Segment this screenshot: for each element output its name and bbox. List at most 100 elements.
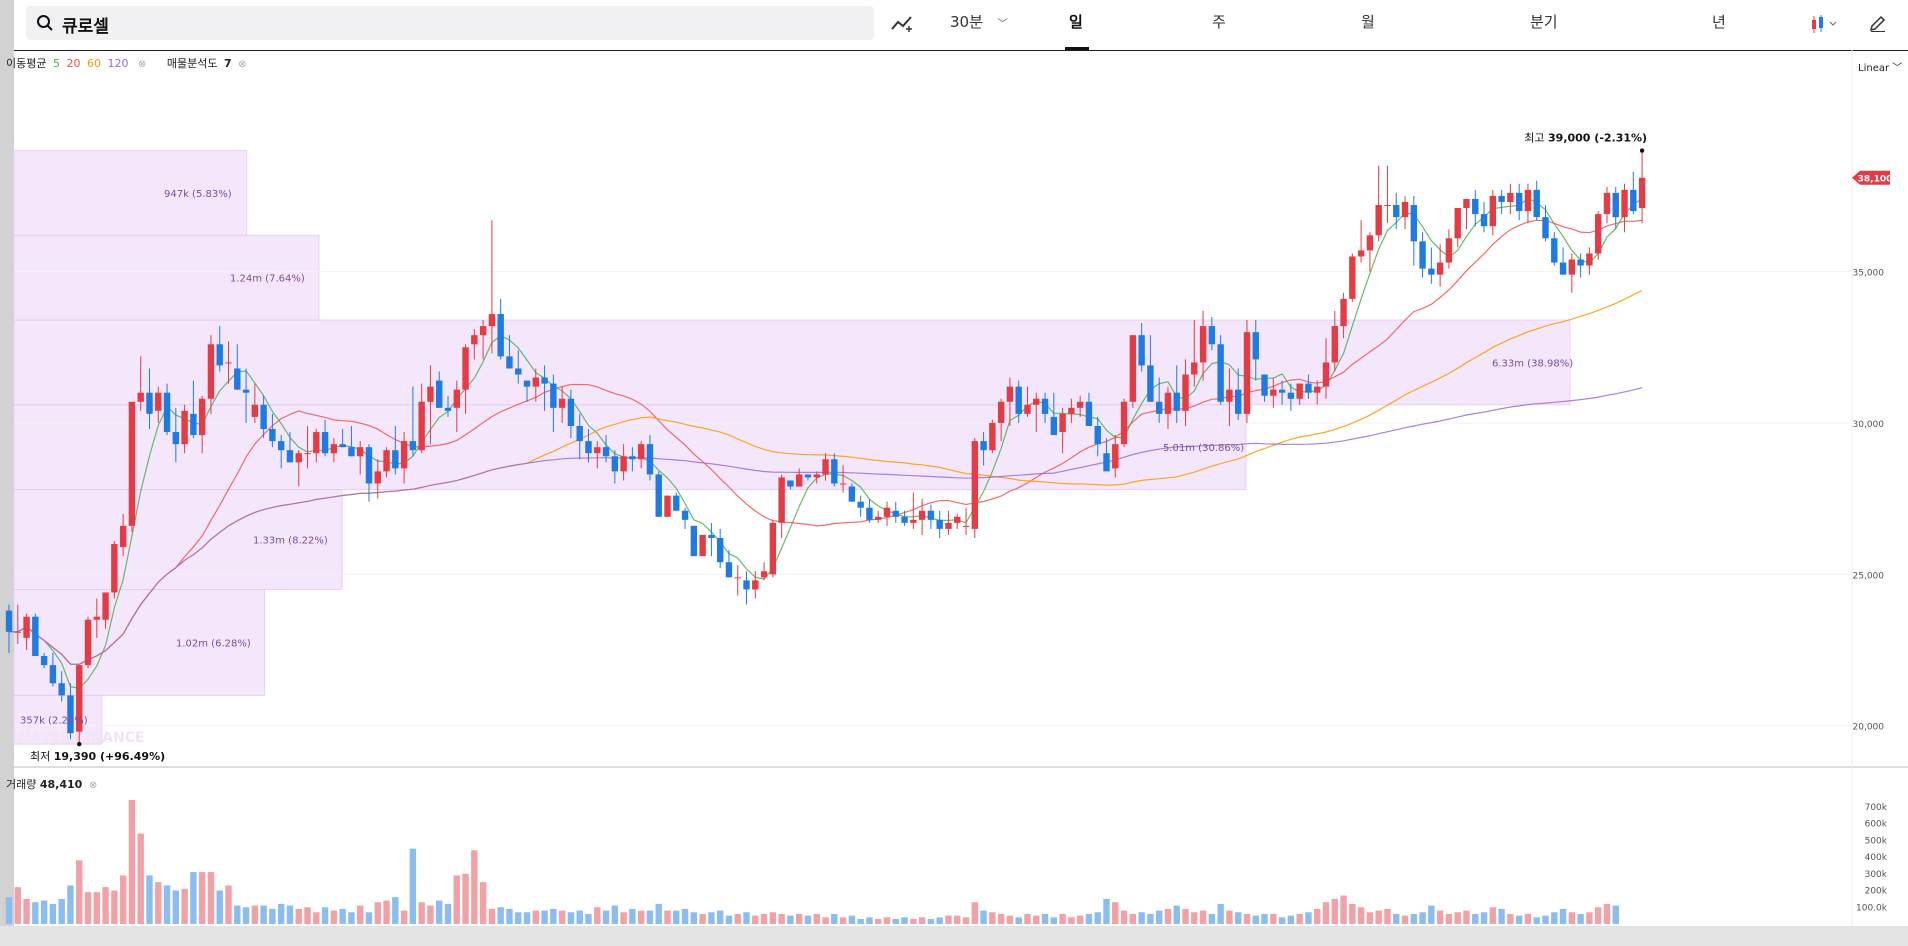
volume-tick-label: 200k [1865, 887, 1888, 897]
candle-body [1103, 453, 1110, 472]
volume-bar [111, 890, 118, 924]
volume-bar [1226, 910, 1233, 924]
volume-bar [629, 908, 636, 924]
candle-body [163, 392, 171, 433]
volume-profile-label: 1.33m (8.22%) [253, 535, 328, 546]
candle-body [1577, 259, 1584, 266]
volume-bar [637, 910, 645, 924]
volume-bar [488, 908, 496, 924]
candle-body [269, 429, 276, 442]
volume-bar [1191, 912, 1198, 924]
volume-bar [321, 907, 329, 924]
chart-toolbar: 큐로셀 30분 ﹀ 일 주 월 분기 년 [14, 0, 1908, 51]
candle-body [664, 495, 671, 517]
volume-bar [743, 912, 750, 924]
candle-body [541, 377, 548, 384]
volume-bar [1551, 912, 1558, 924]
candle-body [1594, 214, 1602, 254]
candle-body [962, 525, 970, 527]
volume-bar [558, 910, 566, 924]
stock-search-input[interactable]: 큐로셀 [26, 6, 874, 40]
remove-volume-icon[interactable]: ⊗ [89, 780, 97, 791]
volume-bar [155, 882, 162, 924]
volume-bar [611, 905, 619, 924]
candle-body [1472, 198, 1479, 215]
candle-body [32, 616, 39, 657]
chart-type-icon[interactable] [1810, 14, 1840, 34]
candle-body [1507, 192, 1514, 202]
candle-body [997, 401, 1005, 423]
tab-month[interactable]: 월 [1361, 11, 1375, 32]
candle-body [234, 368, 241, 390]
candle-body [1331, 326, 1338, 363]
volume-bar [1208, 913, 1216, 924]
candle-body [1384, 205, 1391, 207]
candle-body [1173, 392, 1180, 411]
volume-bar [664, 910, 671, 924]
volume-bar [576, 910, 583, 924]
volume-bar [1041, 913, 1049, 924]
volume-bar [1507, 913, 1514, 924]
candle-body [716, 537, 724, 563]
candle-body [260, 404, 267, 430]
volume-bar [954, 915, 961, 924]
candle-body [1305, 383, 1312, 393]
candle-body [602, 447, 610, 457]
candle-body [357, 447, 364, 457]
volume-bar [1120, 910, 1128, 924]
volume-bar [690, 912, 698, 924]
candle-body [989, 422, 996, 451]
volume-bar [1024, 913, 1031, 924]
drawing-tool-icon[interactable] [890, 14, 914, 32]
volume-bar [1331, 898, 1338, 924]
candle-body [655, 474, 662, 517]
candle-body [1322, 362, 1330, 387]
candle-body [295, 453, 302, 463]
scale-mode-selector[interactable]: Linear ﹀ [1858, 62, 1902, 74]
candle-body [23, 616, 30, 638]
volume-bar [67, 885, 74, 924]
candle-body [1419, 241, 1426, 269]
tab-year[interactable]: 년 [1712, 11, 1726, 32]
volume-value: 48,410 [39, 778, 83, 791]
volume-bar [980, 910, 987, 924]
candle-body [558, 398, 566, 408]
candle-body [497, 313, 504, 357]
candle-body [690, 525, 698, 557]
candle-body [1164, 392, 1172, 414]
candle-body [585, 441, 592, 454]
candle-body [321, 432, 329, 454]
candle-body [409, 441, 417, 451]
candle-body [787, 480, 794, 487]
volume-bar [699, 913, 706, 924]
candle-body [190, 413, 197, 436]
candle-body [611, 456, 619, 472]
volume-bar [1155, 910, 1163, 924]
volume-bar [1436, 910, 1444, 924]
volume-bar [1287, 915, 1295, 924]
tab-week[interactable]: 주 [1212, 11, 1226, 32]
volume-bar [910, 918, 917, 924]
candle-body [901, 516, 908, 523]
candle-body [936, 519, 943, 529]
candle-body [392, 450, 399, 469]
tab-quarter[interactable]: 분기 [1530, 11, 1558, 32]
volume-bar [725, 915, 733, 924]
interval-selector[interactable]: 30분 ﹀ [950, 11, 1008, 32]
tab-day[interactable]: 일 [1069, 11, 1083, 32]
volume-bar [58, 898, 65, 924]
volume-bar [1524, 913, 1532, 924]
chart-canvas[interactable]: NAVER FINANCE20,00025,00030,00035,000최고 … [0, 50, 1908, 946]
candle-body [348, 447, 355, 457]
candle-body [14, 631, 21, 633]
volume-bar [708, 912, 715, 924]
candle-body [84, 619, 92, 666]
volume-bar [251, 905, 259, 924]
volume-bar [1515, 915, 1523, 924]
price-tick-label: 30,000 [1853, 420, 1885, 430]
volume-bar [901, 917, 908, 924]
volume-bar [1252, 915, 1259, 924]
candle-body [1226, 389, 1233, 402]
edit-icon[interactable] [1868, 13, 1888, 33]
volume-bar [550, 908, 557, 924]
